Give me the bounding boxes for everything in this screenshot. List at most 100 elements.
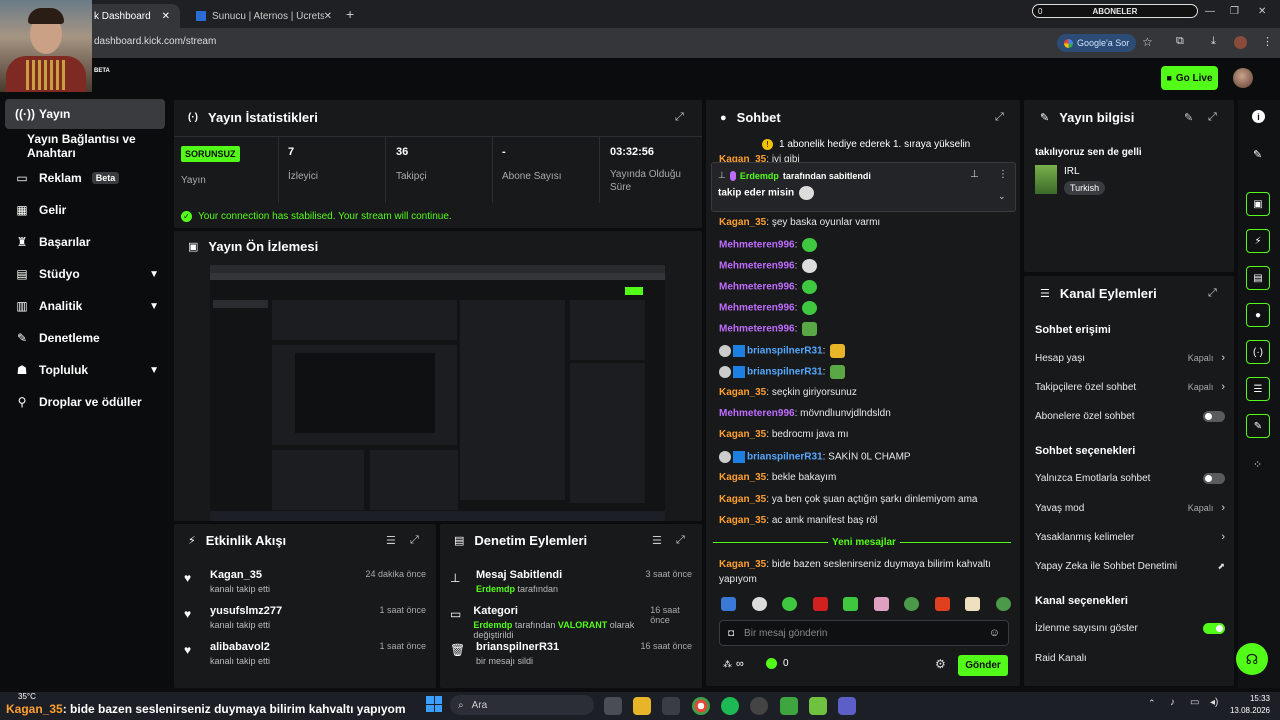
settings-icon[interactable]: ⚙ <box>935 657 946 671</box>
sidebar-item-denetleme[interactable]: ✎ Denetleme <box>5 323 165 353</box>
emote-icon[interactable] <box>782 597 798 611</box>
emote-icon[interactable] <box>751 597 767 611</box>
popout-icon[interactable]: ⤢ <box>675 111 684 124</box>
taskbar-search[interactable]: ⌕ Ara <box>450 695 594 715</box>
emoji-icon[interactable]: ☺ <box>989 627 1000 639</box>
chevron-down-icon[interactable]: ⌄ <box>998 191 1006 202</box>
add-widget-icon[interactable]: ⁘ <box>1253 458 1262 471</box>
emote-icon[interactable] <box>934 597 950 611</box>
emote-icon[interactable] <box>965 597 981 611</box>
emote-icon[interactable] <box>721 597 736 611</box>
chat-username[interactable]: Mehmeteren996 <box>719 261 795 272</box>
account-age-setting[interactable]: Hesap yaşı Kapalı › <box>1035 352 1225 364</box>
emote-only-toggle[interactable] <box>1203 473 1225 484</box>
chat-username[interactable]: brianspilnerR31 <box>747 452 823 463</box>
maximize-icon[interactable]: ❐ <box>1230 6 1239 17</box>
tab-dashboard[interactable]: k Dashboard ✕ <box>84 4 180 28</box>
chevron-up-icon[interactable]: ⌃ <box>1148 698 1156 709</box>
sidebar-item-topluluk[interactable]: ☗ Topluluk ▼ <box>5 355 165 385</box>
profile-avatar[interactable] <box>1234 36 1247 49</box>
steam-icon[interactable] <box>750 697 768 715</box>
emote-icon[interactable] <box>812 597 828 611</box>
minecraft-icon[interactable] <box>780 697 798 715</box>
sidebar-item-stream-key[interactable]: Yayın Bağlantısı ve Anahtarı <box>5 131 175 161</box>
tab-aternos[interactable]: Sunucu | Aternos | Ücretsiz Min ✕ <box>186 4 342 28</box>
popout-icon[interactable]: ⤢ <box>1208 111 1217 124</box>
emote-icon[interactable] <box>873 597 889 611</box>
support-button[interactable]: ☊ <box>1236 643 1268 675</box>
windows-start-icon[interactable] <box>426 696 442 712</box>
unpin-icon[interactable]: ⊥ <box>970 169 979 180</box>
chat-username[interactable]: Mehmeteren996 <box>719 303 795 314</box>
info-icon[interactable]: i <box>1252 110 1265 123</box>
chat-username[interactable]: Kagan_35 <box>719 559 766 570</box>
url-text[interactable]: dashboard.kick.com/stream <box>94 36 216 47</box>
go-live-button[interactable]: ■ Go Live <box>1161 66 1218 90</box>
spotify-icon[interactable] <box>721 697 739 715</box>
chat-username[interactable]: Mehmeteren996 <box>719 408 795 419</box>
emote-icon[interactable] <box>904 597 920 611</box>
broadcast-icon[interactable]: (·) <box>1246 340 1270 364</box>
pinned-by-user[interactable]: Erdemdp <box>740 171 779 181</box>
more-icon[interactable]: ⋮ <box>998 169 1008 180</box>
sidebar-item-analitik[interactable]: ▥ Analitik ▼ <box>5 291 165 321</box>
window-close-icon[interactable]: ✕ <box>1258 6 1266 17</box>
sidebar-item-reklam[interactable]: ▭ Reklam Beta <box>5 163 165 193</box>
popout-icon[interactable]: ⤢ <box>410 534 419 547</box>
popout-icon[interactable]: ⤢ <box>1208 287 1217 300</box>
chat-username[interactable]: Kagan_35 <box>719 472 766 483</box>
chat-username[interactable]: Kagan_35 <box>719 387 766 398</box>
popout-icon[interactable]: ⤢ <box>676 534 685 547</box>
volume-icon[interactable]: ◂) <box>1210 697 1218 708</box>
chat-username[interactable]: Kagan_35 <box>719 154 766 162</box>
banned-words-setting[interactable]: Yasaklanmış kelimeler › <box>1035 531 1225 543</box>
followers-only-setting[interactable]: Takipçilere özel sohbet Kapalı › <box>1035 381 1225 393</box>
close-icon[interactable]: ✕ <box>162 11 170 22</box>
sidebar-item-gelir[interactable]: ▦ Gelir <box>5 195 165 225</box>
new-tab-icon[interactable]: + <box>346 6 354 22</box>
popout-icon[interactable]: ⤢ <box>995 111 1004 124</box>
send-button[interactable]: Gönder <box>958 655 1008 676</box>
chat-username[interactable]: Mehmeteren996 <box>719 282 795 293</box>
menu-icon[interactable]: ⋮ <box>1262 35 1273 48</box>
sidebar-item-studyo[interactable]: ▤ Stüdyo ▼ <box>5 259 165 289</box>
stream-preview[interactable] <box>210 265 665 521</box>
close-icon[interactable]: ✕ <box>324 11 332 22</box>
sidebar-item-basarilar[interactable]: ♜ Başarılar <box>5 227 165 257</box>
kick-points[interactable]: 0 <box>766 658 789 669</box>
chat-username[interactable]: Kagan_35 <box>719 217 766 228</box>
edit-icon[interactable]: ✎ <box>1184 111 1193 124</box>
launcher-icon[interactable] <box>809 697 827 715</box>
infinite-points[interactable]: ⁂ ∞ <box>723 658 744 670</box>
document-icon[interactable]: ▤ <box>1246 266 1270 290</box>
clip-icon[interactable]: ▣ <box>1246 192 1270 216</box>
file-explorer-icon[interactable] <box>633 697 651 715</box>
microphone-icon[interactable]: ♪ <box>1170 697 1175 708</box>
task-view-icon[interactable] <box>604 697 622 715</box>
chat-bubble-icon[interactable]: ● <box>1246 303 1270 327</box>
filter-icon[interactable]: ☰ <box>652 534 662 547</box>
chat-username[interactable]: brianspilnerR31 <box>747 346 823 357</box>
avatar[interactable] <box>1233 68 1253 88</box>
raid-setting[interactable]: Raid Kanalı <box>1035 653 1225 664</box>
store-icon[interactable] <box>662 697 680 715</box>
emote-icon[interactable] <box>843 597 859 611</box>
chat-username[interactable]: Mehmeteren996 <box>719 240 795 251</box>
edit-icon[interactable]: ✎ <box>1253 148 1262 161</box>
chat-username[interactable]: brianspilnerR31 <box>747 367 823 378</box>
tag-badge[interactable]: Turkish <box>1064 181 1106 195</box>
show-viewers-toggle[interactable] <box>1203 623 1225 634</box>
chat-input[interactable]: ◘ Bir mesaj gönderin ☺ <box>719 620 1009 646</box>
list-icon[interactable]: ☰ <box>1246 377 1270 401</box>
wrench-icon[interactable]: ✎ <box>1246 414 1270 438</box>
download-icon[interactable]: ⤓ <box>1211 35 1216 48</box>
chat-username[interactable]: Mehmeteren996 <box>719 324 795 335</box>
slow-mode-setting[interactable]: Yavaş mod Kapalı › <box>1035 502 1225 514</box>
chat-username[interactable]: Kagan_35 <box>719 494 766 505</box>
gift-banner[interactable]: ! 1 abonelik hediye ederek 1. sıraya yük… <box>762 139 970 150</box>
filter-icon[interactable]: ☰ <box>386 534 396 547</box>
emote-icon[interactable] <box>995 597 1011 611</box>
chat-username[interactable]: Kagan_35 <box>719 515 766 526</box>
subs-only-toggle[interactable] <box>1203 411 1225 422</box>
sidebar-item-droplar[interactable]: ⚲ Droplar ve ödüller <box>5 387 165 417</box>
